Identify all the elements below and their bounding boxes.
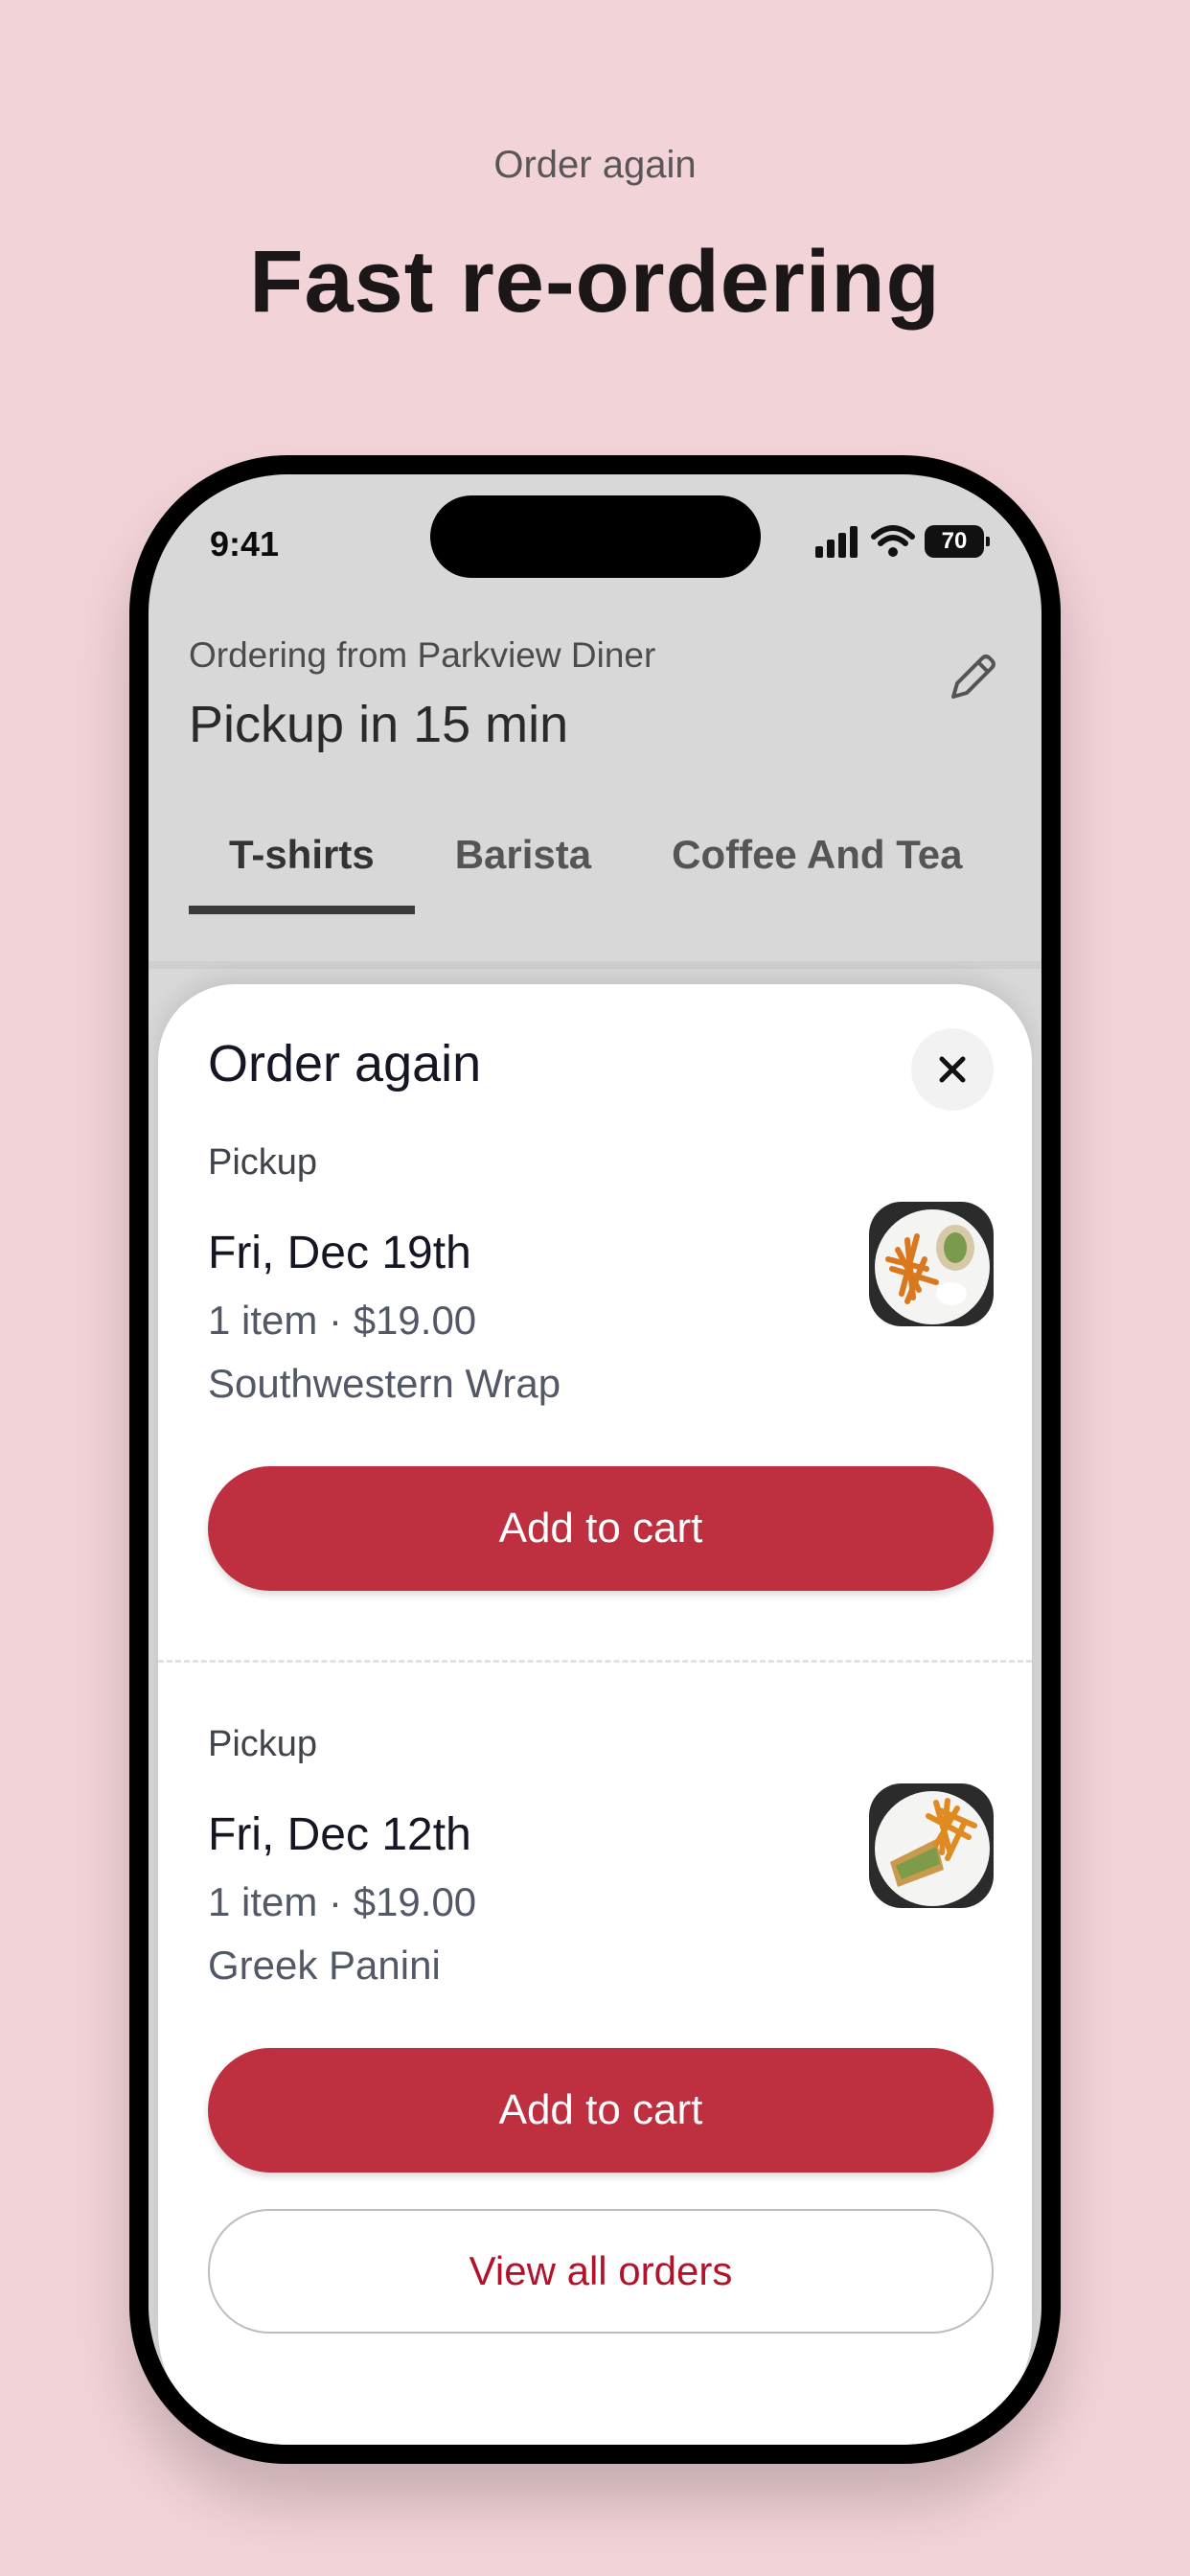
order-divider <box>158 1660 1032 1663</box>
order-again-sheet: Order again Pickup Fri, Dec 19th 1 item … <box>158 984 1032 2445</box>
food-photo-icon <box>869 1783 994 1908</box>
close-button[interactable] <box>911 1028 994 1111</box>
promo-headline: Fast re-ordering <box>249 233 941 331</box>
category-tabs: T-shirts Barista Coffee And Tea <box>189 815 1041 914</box>
add-to-cart-button[interactable]: Add to cart <box>208 1466 994 1591</box>
order-type: Pickup <box>208 1142 318 1183</box>
add-to-cart-button[interactable]: Add to cart <box>208 2048 994 2173</box>
sheet-title: Order again <box>208 1035 482 1092</box>
tab-barista[interactable]: Barista <box>415 815 631 914</box>
status-icons: 70 <box>813 522 990 561</box>
signal-icon <box>815 526 858 558</box>
order-date: Fri, Dec 19th <box>208 1228 471 1278</box>
food-photo-icon <box>869 1202 994 1326</box>
phone-frame: 9:41 70 Ordering from Parkview Diner Pic… <box>129 455 1061 2464</box>
order-card: Pickup Fri, Dec 12th 1 item · $19.00 Gre… <box>208 1724 994 2184</box>
pickup-time: Pickup in 15 min <box>189 696 569 753</box>
ordering-from-label: Ordering from Parkview Diner <box>189 635 656 675</box>
order-date: Fri, Dec 12th <box>208 1809 471 1860</box>
tab-t-shirts[interactable]: T-shirts <box>189 815 415 914</box>
promo-eyebrow: Order again <box>493 144 697 186</box>
close-icon <box>939 1056 966 1083</box>
order-type: Pickup <box>208 1724 318 1764</box>
wifi-icon <box>871 525 915 557</box>
pencil-icon[interactable] <box>942 647 1003 708</box>
dynamic-island <box>430 495 761 578</box>
order-item-name: Greek Panini <box>208 1943 441 1988</box>
battery-icon: 70 <box>925 525 990 558</box>
order-summary: 1 item · $19.00 <box>208 1879 477 1924</box>
tab-coffee-and-tea[interactable]: Coffee And Tea <box>631 815 1002 914</box>
order-card: Pickup Fri, Dec 19th 1 item · $19.00 Sou… <box>208 1142 994 1602</box>
order-item-name: Southwestern Wrap <box>208 1361 561 1406</box>
status-time: 9:41 <box>210 524 280 564</box>
tab-divider <box>149 961 1041 969</box>
view-all-orders-button[interactable]: View all orders <box>208 2209 994 2334</box>
phone-screen: 9:41 70 Ordering from Parkview Diner Pic… <box>149 474 1041 2445</box>
order-summary: 1 item · $19.00 <box>208 1298 477 1343</box>
battery-level: 70 <box>941 528 968 554</box>
